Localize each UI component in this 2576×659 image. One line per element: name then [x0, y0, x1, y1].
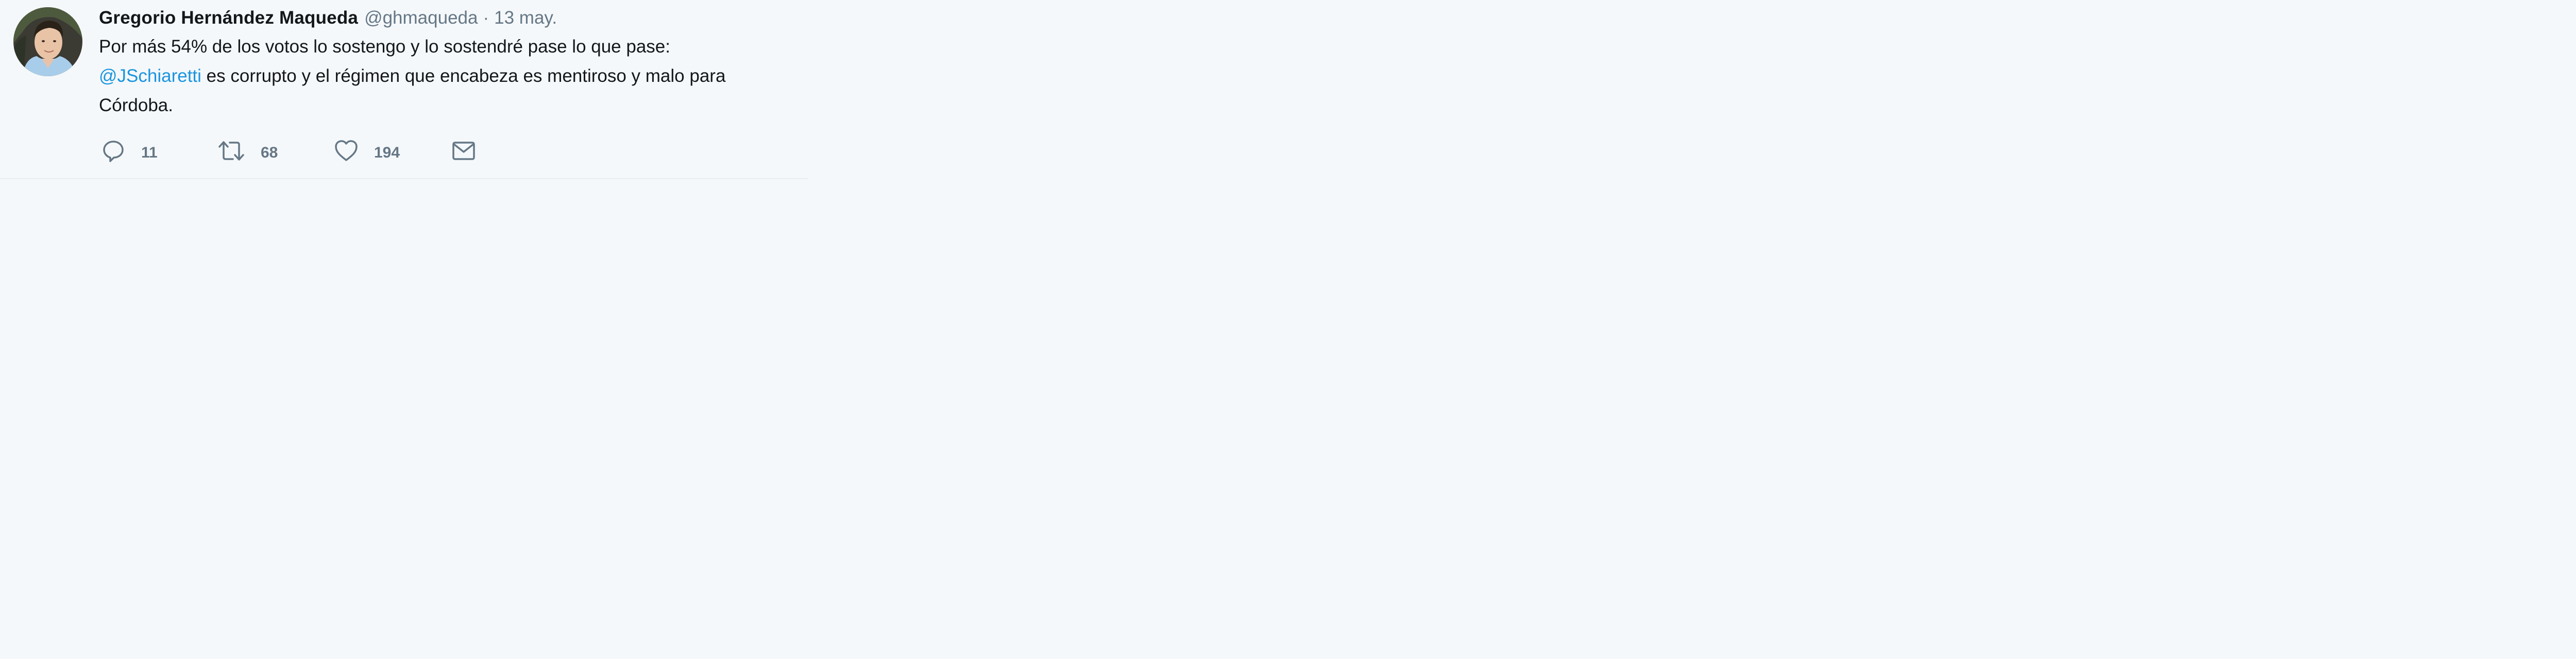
author-name[interactable]: Gregorio Hernández Maqueda: [99, 8, 358, 28]
tweet-text: Por más 54% de los votos lo sostengo y l…: [99, 32, 805, 120]
tweet-timestamp[interactable]: 13 may.: [494, 8, 557, 28]
tweet-actions: 11 68 194: [101, 136, 493, 166]
retweet-button[interactable]: 68: [217, 136, 278, 166]
tweet-text-line1: Por más 54% de los votos lo sostengo y l…: [99, 37, 670, 57]
tweet-header: Gregorio Hernández Maqueda @ghmaqueda · …: [99, 6, 557, 30]
envelope-icon[interactable]: [451, 138, 476, 163]
author-handle[interactable]: @ghmaqueda: [364, 8, 478, 28]
tweet[interactable]: Gregorio Hernández Maqueda @ghmaqueda · …: [0, 0, 808, 179]
reply-button[interactable]: 11: [101, 136, 158, 166]
mention-link[interactable]: @JSchiaretti: [99, 66, 201, 86]
like-button[interactable]: 194: [334, 136, 400, 166]
like-count: 194: [374, 144, 400, 161]
heart-icon[interactable]: [334, 138, 359, 163]
retweet-count: 68: [261, 144, 278, 161]
separator-dot: ·: [483, 8, 489, 28]
retweet-icon[interactable]: [217, 138, 245, 163]
avatar[interactable]: [13, 7, 82, 76]
direct-message-button[interactable]: [451, 136, 476, 166]
reply-icon[interactable]: [101, 138, 126, 163]
reply-count: 11: [141, 144, 158, 161]
